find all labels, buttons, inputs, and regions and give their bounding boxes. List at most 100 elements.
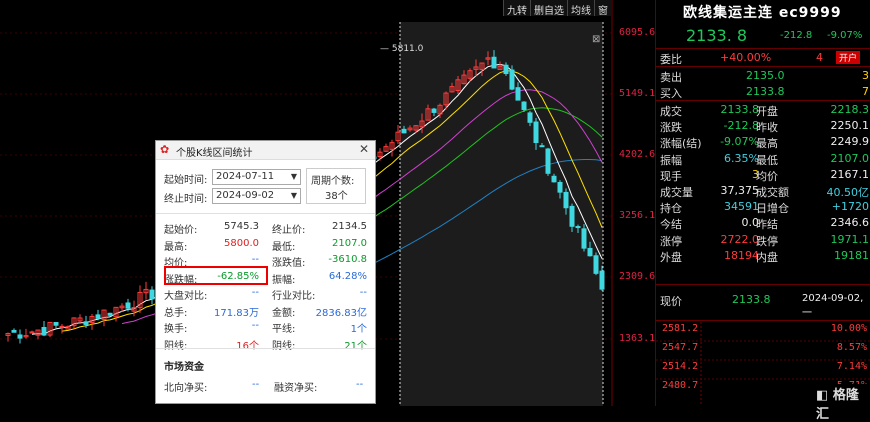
stat-value: 64.28%: [328, 270, 367, 282]
remove-favorite-button[interactable]: 删自选: [530, 0, 567, 17]
stat-value: --: [251, 320, 259, 331]
quote-label: 开盘: [756, 105, 778, 118]
divider: [656, 48, 870, 49]
price-axis-label: 6095.6: [619, 27, 656, 38]
jiuzhuan-button[interactable]: 九转: [503, 0, 530, 17]
start-time-select[interactable]: 2024-07-11 ▼: [212, 169, 301, 185]
quote-label: 昨收: [756, 121, 778, 135]
quote-value: -212.8: [723, 119, 759, 133]
instrument-title: 欧线集运主连 ec9999: [683, 5, 842, 21]
quote-row: 涨幅(结) -9.07% 最高 2249.9: [656, 134, 870, 150]
candle-body: [533, 121, 539, 144]
buy-price: 2133.8: [746, 85, 785, 98]
candle-body: [509, 69, 515, 90]
stat-value: 5800.0: [224, 237, 259, 249]
candle-body: [59, 325, 65, 328]
end-time-select[interactable]: 2024-09-02 ▼: [212, 188, 301, 204]
divider: [656, 100, 870, 101]
quote-row: 成交量 37,375 成交额 40.50亿: [656, 183, 870, 199]
stat-label: 行业对比:: [272, 291, 316, 302]
candle-body: [569, 205, 575, 227]
quote-value: 2249.9: [830, 135, 870, 149]
brand-logo: ◧ 格隆汇: [814, 384, 870, 422]
candle-body: [521, 101, 527, 110]
start-time-label: 起始时间:: [164, 175, 208, 186]
quote-value: 18194: [724, 248, 759, 262]
stat-label: 起始价:: [164, 225, 198, 236]
close-icon[interactable]: ✕: [359, 142, 369, 156]
candle-body: [551, 175, 557, 183]
stat-label: 金额:: [272, 307, 296, 319]
current-label: 现价: [660, 295, 682, 308]
sell-row: 卖出 2135.0 3: [656, 68, 870, 84]
quote-label: 持仓: [660, 202, 682, 216]
quote-label: 内盘: [756, 250, 778, 264]
north-value: --: [252, 379, 260, 390]
price-change: -212.8: [780, 30, 813, 41]
quote-value: +1720: [831, 200, 869, 214]
margin-label: 融资净买:: [274, 383, 318, 394]
stat-label: 阴线:: [272, 340, 296, 352]
fund-section-title: 市场资金: [164, 362, 204, 373]
candle-body: [53, 322, 59, 326]
quote-row: 涨停 2722.0 跌停 1971.1: [656, 232, 870, 248]
quote-label: 最低: [756, 153, 778, 167]
ma-button[interactable]: 均线: [567, 0, 594, 17]
weibi-row: 委比 +40.00% 4 开户: [656, 50, 870, 66]
candle-body: [503, 64, 509, 75]
candle-body: [95, 314, 101, 319]
period-count-label: 周期个数:: [311, 176, 355, 187]
quote-row: 今结 0.0 昨结 2346.6: [656, 215, 870, 231]
stat-label: 终止价:: [272, 225, 306, 236]
weibi-num: 4: [816, 51, 823, 64]
buy-row: 买入 2133.8 7: [656, 84, 870, 100]
candle-body: [587, 247, 593, 257]
weibi-value: +40.00%: [720, 51, 772, 64]
quote-label: 跌停: [756, 234, 778, 248]
stat-label: 最低:: [272, 241, 296, 253]
quote-label: 成交: [660, 105, 682, 118]
price-axis-label: 1363.1: [619, 333, 656, 344]
end-time-value: 2024-09-02: [216, 190, 275, 201]
quote-value: 40.50亿: [826, 186, 870, 199]
divider: [156, 348, 375, 349]
north-label: 北向净买:: [164, 383, 208, 394]
quote-value: 6.35%: [724, 151, 759, 165]
highlight-box: [164, 266, 268, 285]
quote-value: 2218.3: [830, 103, 870, 116]
divider: [656, 66, 870, 67]
range-close-icon: ⊠: [592, 34, 600, 45]
divider: [656, 284, 870, 285]
app-logo-icon: ✿: [160, 143, 170, 156]
quote-label: 均价: [756, 169, 778, 183]
stat-label: 涨跌值:: [272, 258, 306, 269]
weibi-label: 委比: [660, 53, 682, 66]
price-line: 2133. 8 -212.8 -9.07%: [662, 26, 867, 46]
stat-value: --: [251, 254, 259, 265]
quote-label: 外盘: [660, 250, 682, 264]
quote-row: 振幅 6.35% 最低 2107.0: [656, 151, 870, 167]
candle-body: [431, 108, 437, 113]
quote-value: 2107.0: [830, 151, 870, 165]
quote-value: 37,375: [720, 184, 760, 197]
price-axis-label: 3256.1: [619, 210, 656, 221]
open-account-button[interactable]: 开户: [836, 51, 861, 64]
candle-body: [125, 302, 131, 309]
quote-value: 19181: [834, 248, 869, 262]
price-axis-label: 4202.6: [619, 149, 656, 160]
sell-qty: 3: [862, 69, 869, 82]
period-count-value: 38个: [325, 191, 348, 202]
stat-value: --: [359, 287, 367, 298]
quote-row: 成交 2133.8 开盘 2218.3: [656, 102, 870, 118]
stat-value: 16个: [236, 340, 259, 352]
stat-value: 171.83万: [214, 307, 259, 319]
buy-qty: 7: [862, 85, 869, 98]
window-button[interactable]: 窗: [594, 0, 611, 17]
stat-value: 21个: [344, 340, 367, 352]
quote-row: 涨跌 -212.8 昨收 2250.1: [656, 118, 870, 134]
candle-body: [83, 321, 89, 325]
candle-body: [575, 226, 581, 229]
quote-value: 34591: [724, 200, 759, 214]
quote-row: 外盘 18194 内盘 19181: [656, 248, 870, 264]
divider: [656, 320, 870, 321]
